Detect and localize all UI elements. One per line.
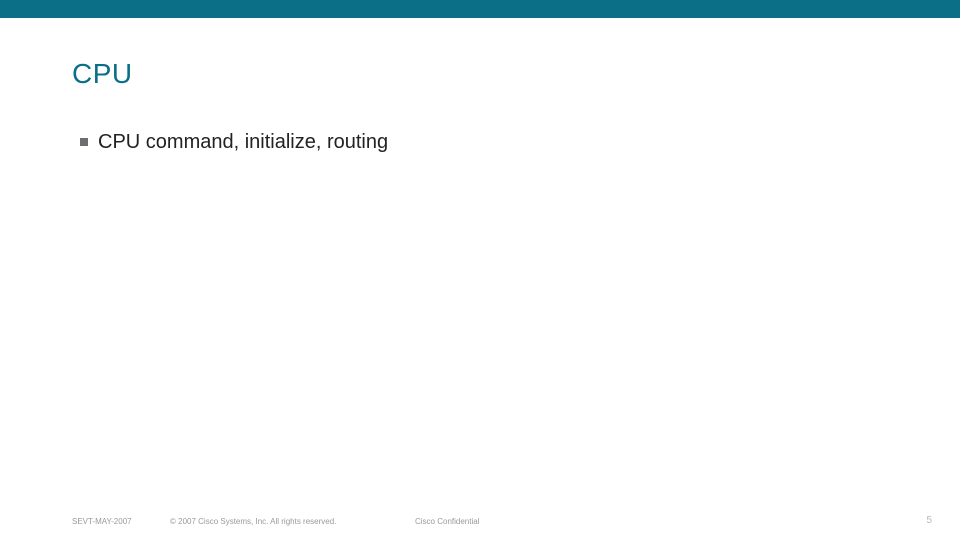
footer-session-id: SEVT-MAY-2007 <box>72 517 132 526</box>
bullet-marker-icon <box>80 138 88 146</box>
top-accent-bar <box>0 0 960 18</box>
slide-title: CPU <box>72 58 133 90</box>
footer: SEVT-MAY-2007 © 2007 Cisco Systems, Inc.… <box>0 510 960 526</box>
slide: CPU CPU command, initialize, routing SEV… <box>0 0 960 540</box>
bullet-item: CPU command, initialize, routing <box>80 130 388 154</box>
bullet-text: CPU command, initialize, routing <box>98 130 388 154</box>
footer-copyright: © 2007 Cisco Systems, Inc. All rights re… <box>170 517 336 526</box>
footer-confidential: Cisco Confidential <box>415 517 479 526</box>
footer-page-number: 5 <box>926 515 932 526</box>
